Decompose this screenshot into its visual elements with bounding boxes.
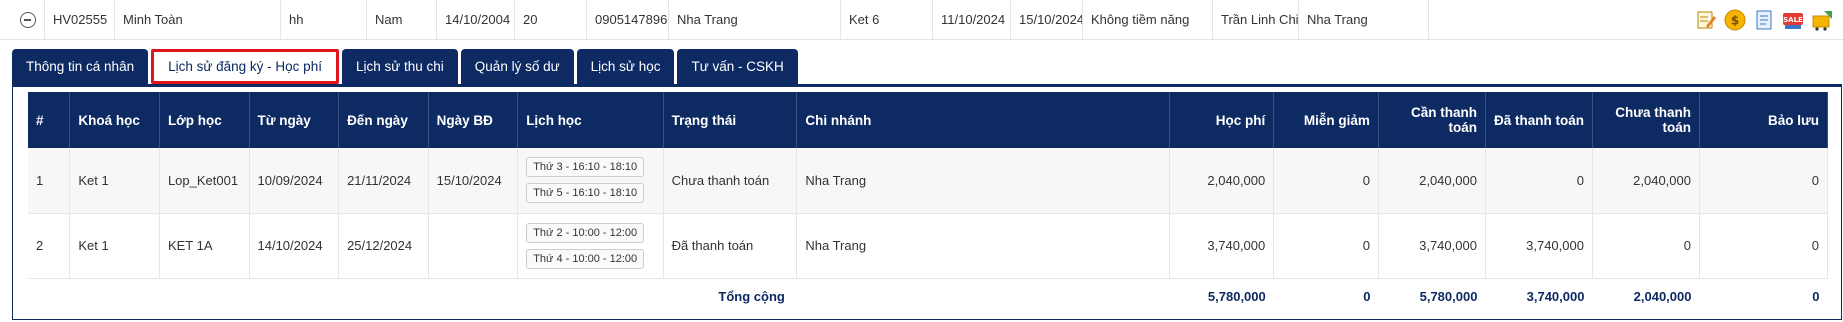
header-fee: Học phí <box>1169 92 1275 148</box>
student-branch: Nha Trang <box>1298 0 1428 40</box>
row-actions: $ SALE <box>1694 6 1834 34</box>
total-fee: 5,780,000 <box>1169 278 1274 314</box>
tab-transaction-history[interactable]: Lịch sử thu chi <box>341 49 458 84</box>
cell-to: 21/11/2024 <box>338 148 429 214</box>
schedule-chip: Thứ 4 - 10:00 - 12:00 <box>526 248 645 269</box>
svg-text:SALE: SALE <box>1783 16 1803 24</box>
cell-status: Đã thanh toán <box>663 213 798 279</box>
cell-branch: Nha Trang <box>796 213 1170 279</box>
header-from: Từ ngày <box>249 92 340 148</box>
cell-from: 10/09/2024 <box>249 148 340 214</box>
total-need-pay: 5,780,000 <box>1378 278 1486 314</box>
tab-registration-fees[interactable]: Lịch sử đăng ký - Học phí <box>151 49 339 84</box>
cell-fee: 3,740,000 <box>1169 213 1275 279</box>
total-spacer <box>796 278 1170 314</box>
total-reserve: 0 <box>1699 278 1828 314</box>
row-divider <box>1428 0 1429 40</box>
cell-unpaid: 2,040,000 <box>1592 148 1700 214</box>
student-address: Nha Trang <box>668 0 840 40</box>
document-icon[interactable] <box>1752 8 1776 32</box>
student-code: HV02555 <box>44 0 114 40</box>
cell-fee: 2,040,000 <box>1169 148 1275 214</box>
sale-icon[interactable]: SALE <box>1781 8 1805 32</box>
cell-branch: Nha Trang <box>796 148 1170 214</box>
detail-tabs: Thông tin cá nhân Lịch sử đăng ký - Học … <box>12 49 801 85</box>
edit-icon[interactable] <box>1694 8 1718 32</box>
student-course: Ket 6 <box>840 0 932 40</box>
header-start: Ngày BĐ <box>428 92 519 148</box>
cell-schedule: Thứ 2 - 10:00 - 12:00 Thứ 4 - 10:00 - 12… <box>517 213 664 279</box>
header-branch: Chi nhánh <box>796 92 1170 148</box>
student-gender: Nam <box>366 0 436 40</box>
cell-course: Ket 1 <box>69 148 160 214</box>
total-discount: 0 <box>1273 278 1379 314</box>
schedule-chip: Thứ 3 - 16:10 - 18:10 <box>526 157 645 178</box>
tab-balance[interactable]: Quản lý số dư <box>460 49 574 84</box>
header-status: Trạng thái <box>663 92 798 148</box>
cell-paid: 0 <box>1485 148 1593 214</box>
student-dob: 14/10/2004 <box>436 0 514 40</box>
header-schedule: Lịch học <box>517 92 664 148</box>
tab-consulting[interactable]: Tư vấn - CSKH <box>677 49 798 84</box>
cell-index: 1 <box>28 148 71 214</box>
cell-status: Chưa thanh toán <box>663 148 798 214</box>
total-paid: 3,740,000 <box>1485 278 1593 314</box>
student-phone: 0905147896 <box>586 0 668 40</box>
student-age: 20 <box>514 0 586 40</box>
student-potential: Không tiềm năng <box>1082 0 1212 40</box>
cell-discount: 0 <box>1273 148 1379 214</box>
cell-class: KET 1A <box>159 213 250 279</box>
tab-study-history[interactable]: Lịch sử học <box>576 49 675 84</box>
total-row: Tổng cộng 5,780,000 0 5,780,000 3,740,00… <box>28 278 1828 314</box>
cell-course: Ket 1 <box>69 213 160 279</box>
registration-table: # Khoá học Lớp học Từ ngày Đến ngày Ngày… <box>28 92 1829 314</box>
cell-index: 2 <box>28 213 71 279</box>
student-date-1: 11/10/2024 <box>932 0 1010 40</box>
header-discount: Miễn giảm <box>1273 92 1379 148</box>
student-date-2: 15/10/2024 <box>1010 0 1082 40</box>
header-reserve: Bảo lưu <box>1699 92 1829 148</box>
cell-discount: 0 <box>1273 213 1379 279</box>
cell-unpaid: 0 <box>1592 213 1700 279</box>
header-to: Đến ngày <box>338 92 429 148</box>
schedule-chip: Thứ 2 - 10:00 - 12:00 <box>526 222 645 243</box>
cell-need-pay: 2,040,000 <box>1378 148 1486 214</box>
cell-from: 14/10/2024 <box>249 213 340 279</box>
coin-icon[interactable]: $ <box>1723 8 1747 32</box>
cell-reserve: 0 <box>1699 148 1829 214</box>
cell-need-pay: 3,740,000 <box>1378 213 1486 279</box>
cell-reserve: 0 <box>1699 213 1829 279</box>
total-label: Tổng cộng <box>28 278 797 314</box>
student-row: HV02555 Minh Toàn hh Nam 14/10/2004 20 0… <box>0 0 1843 40</box>
student-nickname: hh <box>280 0 366 40</box>
header-unpaid: Chưa thanh toán <box>1592 92 1700 148</box>
table-row: 2 Ket 1 KET 1A 14/10/2024 25/12/2024 Thứ… <box>28 213 1829 279</box>
collapse-icon[interactable] <box>20 12 36 28</box>
header-class: Lớp học <box>159 92 250 148</box>
table-header-row: # Khoá học Lớp học Từ ngày Đến ngày Ngày… <box>28 92 1829 148</box>
schedule-chip: Thứ 5 - 16:10 - 18:10 <box>526 183 645 204</box>
cell-start <box>428 213 519 279</box>
header-paid: Đã thanh toán <box>1485 92 1593 148</box>
cell-class: Lop_Ket001 <box>159 148 250 214</box>
cell-paid: 3,740,000 <box>1485 213 1593 279</box>
student-name: Minh Toàn <box>114 0 280 40</box>
svg-text:$: $ <box>1731 14 1739 28</box>
cell-to: 25/12/2024 <box>338 213 429 279</box>
header-course: Khoá học <box>69 92 160 148</box>
header-index: # <box>28 92 71 148</box>
cell-start: 15/10/2024 <box>428 148 519 214</box>
header-need-pay: Cần thanh toán <box>1378 92 1486 148</box>
cell-schedule: Thứ 3 - 16:10 - 18:10 Thứ 5 - 16:10 - 18… <box>517 148 664 214</box>
table-row: 1 Ket 1 Lop_Ket001 10/09/2024 21/11/2024… <box>28 148 1829 214</box>
student-consultant: Trần Linh Chi <box>1212 0 1298 40</box>
cart-icon[interactable] <box>1810 8 1834 32</box>
total-unpaid: 2,040,000 <box>1592 278 1700 314</box>
tab-personal-info[interactable]: Thông tin cá nhân <box>12 49 149 84</box>
